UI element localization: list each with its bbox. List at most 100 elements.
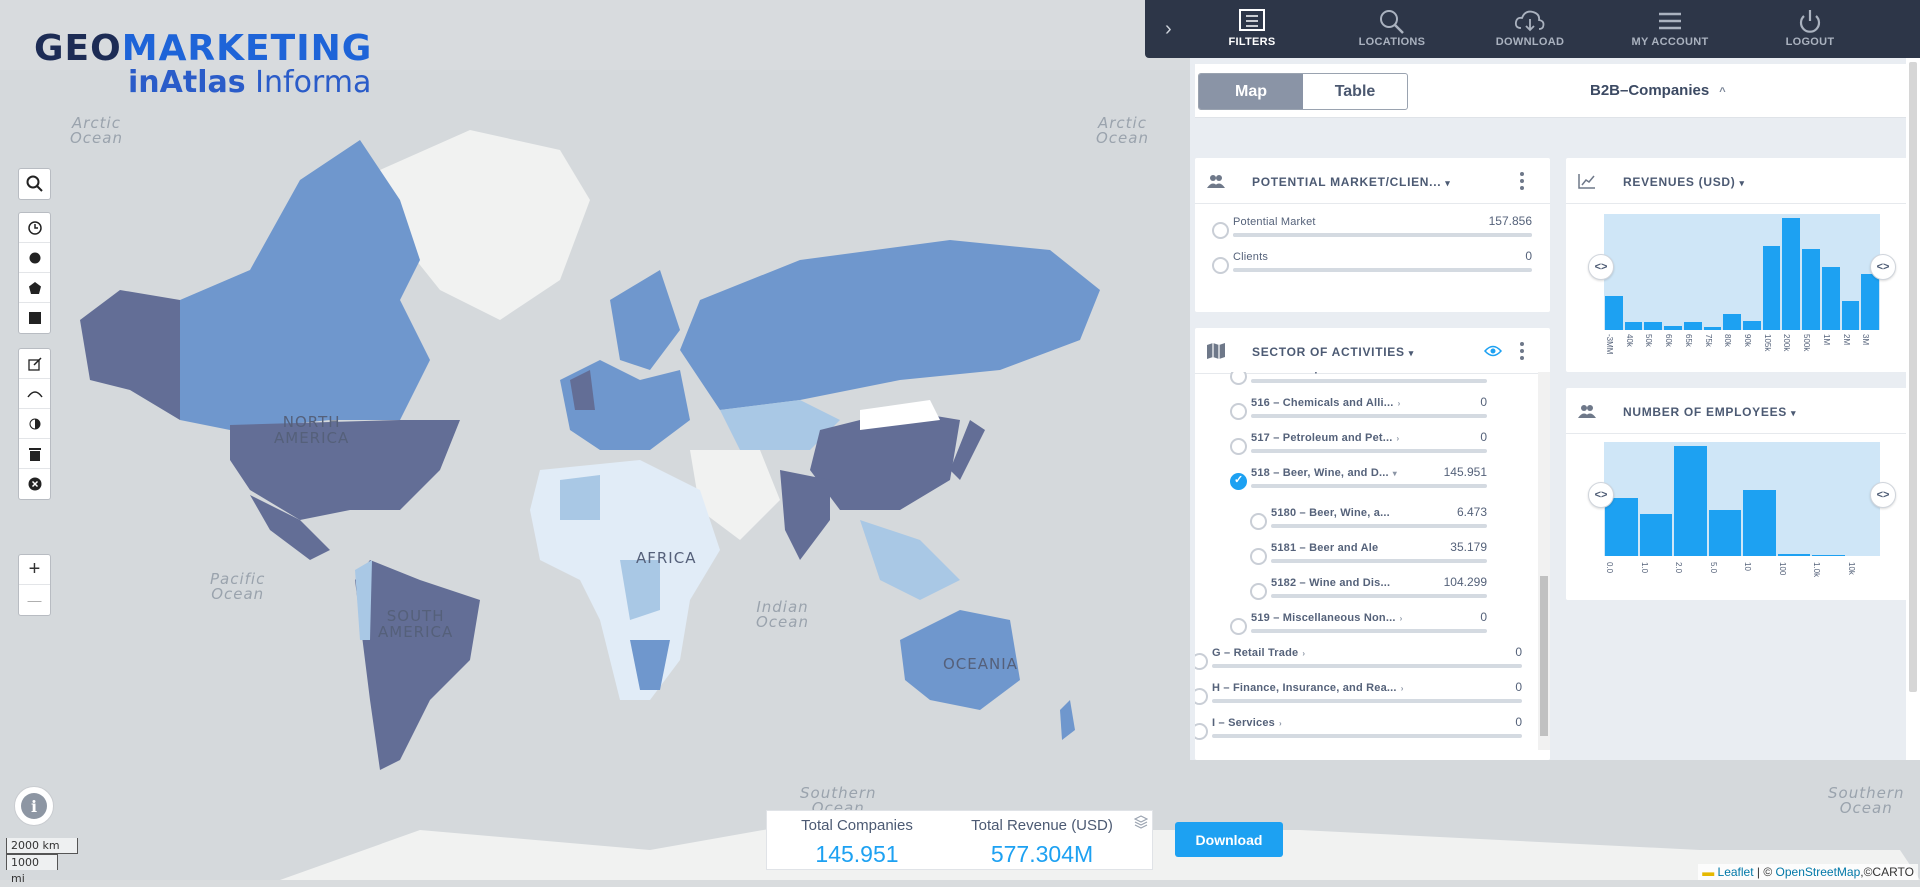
histogram-bar[interactable] <box>1605 296 1623 330</box>
histogram-bar[interactable] <box>1723 314 1741 330</box>
nav-my-account[interactable]: MY ACCOUNT <box>1615 8 1725 48</box>
range-handle-right[interactable]: <> <box>1870 254 1896 280</box>
zoom-in-button[interactable]: + <box>19 555 50 585</box>
histogram-bar[interactable] <box>1861 274 1879 330</box>
histogram-bar[interactable] <box>1605 498 1638 556</box>
sector-item[interactable]: G – Retail Trade›0 <box>1195 647 1522 677</box>
panel-scrollbar[interactable] <box>1906 58 1920 760</box>
chevron-right-icon[interactable]: › <box>1398 399 1401 408</box>
card-title[interactable]: NUMBER OF EMPLOYEES▾ <box>1623 405 1796 419</box>
revenues-histogram[interactable] <box>1604 214 1880 330</box>
nav-locations[interactable]: LOCATIONS <box>1337 8 1447 48</box>
map-view-button[interactable]: Map <box>1199 74 1303 109</box>
histogram-bar[interactable] <box>1778 554 1811 556</box>
radio-button[interactable] <box>1230 372 1247 385</box>
sector-item[interactable]: 518 – Beer, Wine, and D...▾145.951 <box>1230 467 1487 497</box>
radio-button[interactable] <box>1230 618 1247 635</box>
histogram-bar[interactable] <box>1644 322 1662 330</box>
sector-item[interactable]: 516 – Chemicals and Alli...›0 <box>1230 397 1487 427</box>
list-item[interactable]: Clients 0 <box>1212 251 1532 281</box>
histogram-bar[interactable] <box>1625 322 1643 330</box>
sector-item[interactable]: 517 – Petroleum and Pet...›0 <box>1230 432 1487 462</box>
histogram-bar[interactable] <box>1674 446 1707 556</box>
more-options-icon[interactable] <box>1520 172 1524 193</box>
sector-item[interactable]: 519 – Miscellaneous Non...›0 <box>1230 612 1487 642</box>
radio-button[interactable] <box>1250 548 1267 565</box>
histogram-bar[interactable] <box>1822 267 1840 330</box>
chevron-right-icon[interactable]: › <box>1401 684 1404 693</box>
histogram-bar[interactable] <box>1684 322 1702 330</box>
square-icon[interactable] <box>19 303 50 333</box>
clock-icon[interactable] <box>19 213 50 243</box>
trash-icon[interactable] <box>19 439 50 469</box>
ocean-label: Indian Ocean <box>756 600 809 630</box>
histogram-bar[interactable] <box>1763 246 1781 330</box>
sector-item[interactable]: 5182 – Wine and Dis...104.299 <box>1250 577 1487 607</box>
histogram-bar[interactable] <box>1842 301 1860 330</box>
radio-button[interactable] <box>1195 723 1208 740</box>
employees-histogram[interactable] <box>1604 442 1880 556</box>
chevron-right-icon[interactable]: › <box>1397 434 1400 443</box>
chevron-right-icon[interactable]: › <box>1302 649 1305 658</box>
radio-button[interactable] <box>1230 438 1247 455</box>
zoom-out-button[interactable]: — <box>19 585 50 615</box>
range-handle-right[interactable]: <> <box>1870 482 1896 508</box>
range-handle-left[interactable]: <> <box>1588 482 1614 508</box>
contrast-icon[interactable] <box>19 409 50 439</box>
eye-icon[interactable] <box>19 379 50 409</box>
scrollbar[interactable] <box>1538 372 1550 750</box>
chevron-right-icon[interactable]: › <box>1400 614 1403 623</box>
search-icon[interactable] <box>19 169 50 199</box>
dataset-selector[interactable]: B2B–Companies^ <box>1590 82 1726 99</box>
radio-button[interactable] <box>1230 403 1247 420</box>
histogram-bar[interactable] <box>1802 249 1820 330</box>
histogram-bar[interactable] <box>1640 514 1673 556</box>
radio-button[interactable] <box>1250 513 1267 530</box>
pentagon-icon[interactable] <box>19 273 50 303</box>
chevron-down-icon[interactable]: ▾ <box>1397 372 1401 373</box>
card-title[interactable]: REVENUES (USD)▾ <box>1623 175 1745 189</box>
download-button[interactable]: Download <box>1175 822 1283 857</box>
histogram-bar[interactable] <box>1743 321 1761 330</box>
clear-icon[interactable] <box>19 469 50 499</box>
card-title[interactable]: SECTOR OF ACTIVITIES▾ <box>1252 345 1414 359</box>
sector-value: 6.473 <box>1407 505 1487 519</box>
circle-icon[interactable] <box>19 243 50 273</box>
layers-icon[interactable] <box>1134 815 1148 829</box>
histogram-bar[interactable] <box>1812 555 1845 556</box>
nav-logout[interactable]: LOGOUT <box>1755 8 1865 48</box>
eye-icon[interactable] <box>1484 345 1502 357</box>
more-options-icon[interactable] <box>1520 342 1524 363</box>
leaflet-link[interactable]: Leaflet <box>1718 865 1754 879</box>
radio-button[interactable] <box>1212 257 1229 274</box>
sector-item[interactable]: 5181 – Beer and Ale35.179 <box>1250 542 1487 572</box>
histogram-bar[interactable] <box>1664 326 1682 330</box>
osm-link[interactable]: OpenStreetMap <box>1776 865 1861 879</box>
card-title[interactable]: POTENTIAL MARKET/CLIEN...▾ <box>1252 175 1451 189</box>
histogram-bar[interactable] <box>1782 218 1800 330</box>
histogram-bar[interactable] <box>1743 490 1776 556</box>
table-view-button[interactable]: Table <box>1303 74 1407 109</box>
histogram-bar[interactable] <box>1709 510 1742 556</box>
nav-filters[interactable]: FILTERS <box>1197 8 1307 48</box>
sector-item[interactable]: 515 – Farm-product Raw...▾0 <box>1230 372 1487 392</box>
sector-item[interactable]: 5180 – Beer, Wine, a...6.473 <box>1250 507 1487 537</box>
radio-button[interactable] <box>1250 583 1267 600</box>
collapse-button[interactable]: › <box>1165 18 1172 41</box>
sector-item[interactable]: H – Finance, Insurance, and Rea...›0 <box>1195 682 1522 712</box>
chevron-right-icon[interactable]: › <box>1279 719 1282 728</box>
range-handle-left[interactable]: <> <box>1588 254 1614 280</box>
nav-download[interactable]: DOWNLOAD <box>1475 8 1585 48</box>
radio-button[interactable] <box>1230 473 1247 490</box>
list-item[interactable]: Potential Market 157.856 <box>1212 216 1532 246</box>
edit-icon[interactable] <box>19 349 50 379</box>
radio-button[interactable] <box>1212 222 1229 239</box>
histogram-bar[interactable] <box>1704 327 1722 330</box>
radio-button[interactable] <box>1195 688 1208 705</box>
tick-label: 80k <box>1723 334 1732 347</box>
radio-button[interactable] <box>1195 653 1208 670</box>
sector-item[interactable]: I – Services›0 <box>1195 717 1522 747</box>
chevron-down-icon[interactable]: ▾ <box>1393 469 1397 478</box>
info-button[interactable]: i <box>14 786 54 826</box>
total-revenue-label: Total Revenue (USD) <box>967 817 1117 834</box>
